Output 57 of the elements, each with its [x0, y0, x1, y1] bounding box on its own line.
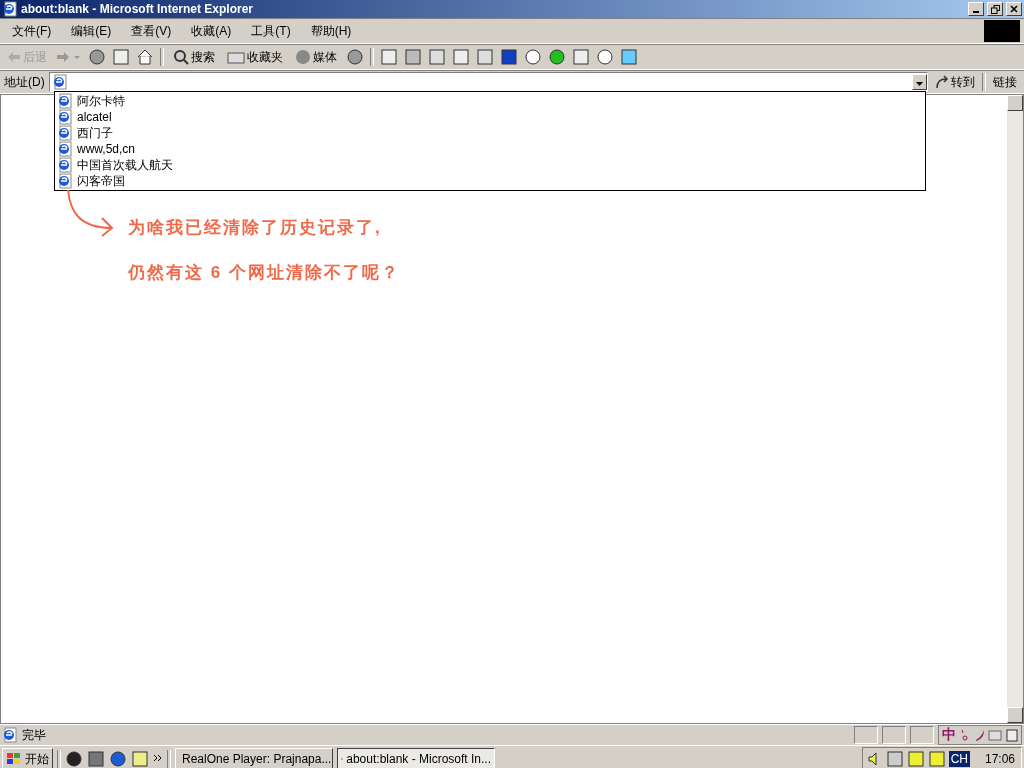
go-button[interactable]: 转到	[932, 72, 978, 92]
autocomplete-item[interactable]: www,5d,cn	[55, 141, 925, 157]
menu-item[interactable]: 文件(F)	[4, 20, 60, 42]
status-panel	[882, 726, 906, 744]
autocomplete-item[interactable]: 闪客帝国	[55, 173, 925, 189]
ie-page-icon	[57, 125, 73, 141]
menu-item[interactable]: 帮助(H)	[302, 20, 360, 42]
minimize-button[interactable]	[968, 2, 984, 16]
scrollbar[interactable]	[1007, 95, 1023, 723]
autocomplete-item[interactable]: 中国首次载人航天	[55, 157, 925, 173]
search-icon	[173, 49, 189, 65]
ie-page-icon	[57, 109, 73, 125]
status-text: 完毕	[22, 726, 47, 744]
folder-icon	[227, 50, 245, 64]
autocomplete-item[interactable]: alcatel	[55, 109, 925, 125]
media-button[interactable]: 媒体	[292, 47, 340, 67]
moon-icon[interactable]	[974, 728, 984, 742]
close-icon	[1010, 5, 1018, 13]
windows-flag-icon	[6, 752, 22, 766]
menu-item[interactable]: 工具(T)	[243, 20, 299, 42]
ie-page-icon	[57, 157, 73, 173]
ie-page-icon	[57, 141, 73, 157]
square-icon[interactable]	[500, 48, 518, 66]
autocomplete-item[interactable]: 西门子	[55, 125, 925, 141]
taskbar-button[interactable]: RealOne Player: Prajnapa...	[175, 748, 333, 768]
close-button[interactable]	[1006, 2, 1022, 16]
favorites-button[interactable]: 收藏夹	[224, 47, 286, 67]
menu-item[interactable]: 查看(V)	[123, 20, 180, 42]
autocomplete-item[interactable]: 阿尔卡特	[55, 93, 925, 109]
chevron-icon[interactable]	[153, 754, 163, 764]
address-field[interactable]	[48, 72, 928, 92]
restore-icon	[990, 4, 1000, 14]
curved-arrow	[64, 188, 116, 240]
punctuation-icon[interactable]	[960, 728, 970, 742]
home-icon[interactable]	[136, 48, 154, 66]
restore-button[interactable]	[987, 2, 1003, 16]
status-page-icon	[2, 727, 18, 743]
ime-toolbar[interactable]: 中	[938, 725, 1022, 745]
back-arrow-icon	[7, 51, 21, 63]
start-button[interactable]: 开始	[2, 748, 53, 768]
curved-arrow-icon	[935, 75, 949, 89]
clock: 17:06	[984, 752, 1015, 766]
menu-item[interactable]: 收藏(A)	[183, 20, 240, 42]
window-title: about:blank - Microsoft Internet Explorer	[21, 2, 255, 16]
ime-mode[interactable]: 中	[942, 726, 956, 744]
language-indicator[interactable]: CH	[948, 751, 970, 767]
taskbar-button[interactable]: about:blank - Microsoft In...	[337, 748, 495, 768]
menu-item[interactable]: 编辑(E)	[63, 20, 120, 42]
annotation-text: 仍然有这 6 个网址清除不了呢？	[128, 262, 400, 284]
windows-logo	[984, 20, 1020, 42]
search-button[interactable]: 搜索	[170, 47, 218, 67]
status-panel	[854, 726, 878, 744]
address-label: 地址(D)	[4, 73, 45, 91]
links-button[interactable]: 链接	[990, 72, 1020, 92]
menu-icon[interactable]	[1006, 728, 1018, 742]
annotation-text: 为啥我已经清除了历史记录了,	[128, 217, 383, 239]
status-panel	[910, 726, 934, 744]
